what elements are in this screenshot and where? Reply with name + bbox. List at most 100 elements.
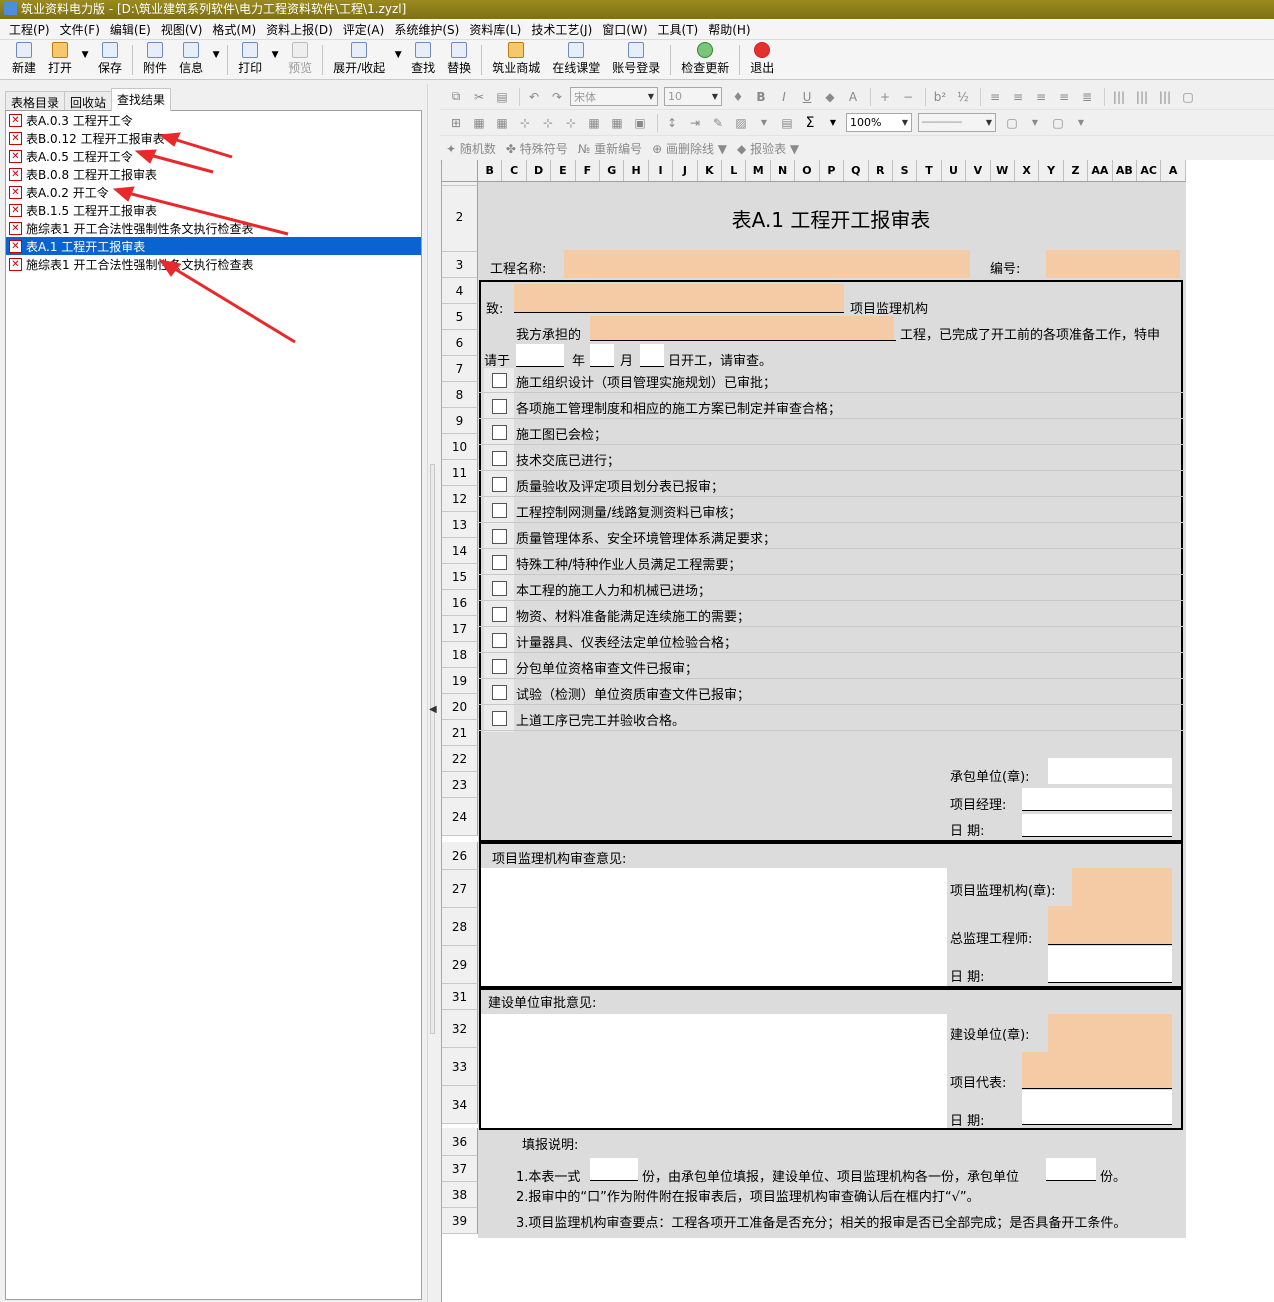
row-header[interactable]: 37 <box>442 1156 478 1182</box>
random-number-button[interactable]: ✦ 随机数 <box>446 140 496 157</box>
login-button[interactable]: 账号登录 <box>606 41 666 79</box>
font-combo[interactable]: 宋体 ▼ <box>570 87 658 106</box>
date-input-3[interactable] <box>1022 1090 1172 1124</box>
find-button[interactable]: 查找 <box>405 41 441 79</box>
row-header[interactable]: 5 <box>442 304 478 330</box>
row-header[interactable]: 23 <box>442 772 478 798</box>
checklist-checkbox[interactable] <box>492 581 507 596</box>
column-header[interactable]: K <box>698 160 723 181</box>
row-header[interactable]: 13 <box>442 512 478 538</box>
bold-icon[interactable]: B <box>751 88 771 106</box>
classroom-button[interactable]: 在线课堂 <box>546 41 606 79</box>
supervisor-opinion-input[interactable] <box>481 868 947 986</box>
column-header[interactable]: Y <box>1039 160 1064 181</box>
row-header[interactable]: 21 <box>442 720 478 746</box>
new-button[interactable]: 新建 <box>6 41 42 79</box>
renumber-button[interactable]: № 重新编号 <box>578 140 642 157</box>
list-item[interactable]: ✕ 施综表1 开工合法性强制性条文执行检查表 <box>6 255 421 273</box>
sigma-dropdown-arrow[interactable]: ▼ <box>823 114 843 132</box>
column-header[interactable]: AA <box>1088 160 1113 181</box>
checklist-checkbox[interactable] <box>492 477 507 492</box>
barcode3-icon[interactable]: ||| <box>1155 88 1175 106</box>
row-header[interactable]: 20 <box>442 694 478 720</box>
column-header[interactable]: W <box>991 160 1015 181</box>
open-button[interactable]: 打开 <box>42 41 78 79</box>
checklist-checkbox[interactable] <box>492 373 507 388</box>
column-header[interactable]: R <box>869 160 893 181</box>
align-left-icon[interactable]: ≡ <box>985 88 1005 106</box>
column-header[interactable]: V <box>966 160 991 181</box>
row-header[interactable]: 38 <box>442 1182 478 1208</box>
list-item[interactable]: ✕ 表B.0.12 工程开工报审表 <box>6 129 421 147</box>
border2-dropdown-arrow[interactable]: ▼ <box>1071 114 1091 132</box>
special-symbol-button[interactable]: ✤ 特殊符号 <box>506 140 568 157</box>
info-dropdown-arrow[interactable]: ▼ <box>209 41 223 79</box>
sigma-icon[interactable]: Σ <box>800 114 820 132</box>
row-header[interactable]: 34 <box>442 1086 478 1124</box>
date-input[interactable] <box>1022 814 1172 836</box>
menu-item[interactable]: 工具(T) <box>653 21 704 38</box>
row-header[interactable]: 29 <box>442 946 478 984</box>
row-header[interactable]: 15 <box>442 564 478 590</box>
menu-item[interactable]: 窗口(W) <box>597 21 652 38</box>
row-header[interactable]: 28 <box>442 908 478 946</box>
row-header[interactable]: 39 <box>442 1208 478 1234</box>
list-item[interactable]: ✕ 表B.1.5 工程开工报审表 <box>6 201 421 219</box>
paste-icon[interactable]: ▤ <box>492 88 512 106</box>
project-input[interactable] <box>590 316 894 340</box>
superscript-icon[interactable]: b² <box>930 88 950 106</box>
row-header[interactable]: 31 <box>442 984 478 1010</box>
border-dropdown-arrow[interactable]: ▼ <box>1025 114 1045 132</box>
sheet-icon[interactable]: ▤ <box>777 114 797 132</box>
line-spacing-icon[interactable]: ↕ <box>662 114 682 132</box>
table-icon[interactable]: ▦ <box>492 114 512 132</box>
indent-icon[interactable]: ⇥ <box>685 114 705 132</box>
checklist-checkbox[interactable] <box>492 659 507 674</box>
column-header[interactable]: O <box>795 160 820 181</box>
row-header[interactable]: 17 <box>442 616 478 642</box>
project-name-input[interactable] <box>564 250 970 278</box>
column-header[interactable]: Q <box>844 160 869 181</box>
justify-icon[interactable]: ≡ <box>1054 88 1074 106</box>
underline-icon[interactable]: U <box>797 88 817 106</box>
menu-item[interactable]: 技术工艺(J) <box>526 21 597 38</box>
checklist-checkbox[interactable] <box>492 425 507 440</box>
fill-color-icon[interactable]: ◆ <box>820 88 840 106</box>
column-header[interactable]: F <box>576 160 601 181</box>
pm-input[interactable] <box>1022 788 1172 810</box>
checklist-checkbox[interactable] <box>492 607 507 622</box>
checklist-checkbox[interactable] <box>492 529 507 544</box>
redo-icon[interactable]: ↷ <box>547 88 567 106</box>
column-header[interactable]: C <box>502 160 527 181</box>
menu-item[interactable]: 工程(P) <box>4 21 55 38</box>
copies-input-1[interactable] <box>590 1158 638 1180</box>
column-header[interactable]: E <box>551 160 576 181</box>
checklist-checkbox[interactable] <box>492 711 507 726</box>
align-right-icon[interactable]: ≡ <box>1031 88 1051 106</box>
replace-button[interactable]: 替换 <box>441 41 477 79</box>
align-center-icon[interactable]: ≡ <box>1008 88 1028 106</box>
row-header[interactable]: 16 <box>442 590 478 616</box>
panel-splitter[interactable]: ◀ <box>427 84 437 1302</box>
delete-row-icon[interactable]: − <box>898 88 918 106</box>
owner-seal-input[interactable] <box>1048 1014 1172 1052</box>
row-header[interactable]: 27 <box>442 870 478 908</box>
column-header[interactable]: N <box>771 160 796 181</box>
column-header[interactable]: Z <box>1064 160 1089 181</box>
column-header[interactable]: M <box>746 160 771 181</box>
zoom-combo[interactable]: 100% ▼ <box>846 113 912 132</box>
row-header[interactable]: 18 <box>442 642 478 668</box>
barcode2-icon[interactable]: ||| <box>1132 88 1152 106</box>
tab-search-results[interactable]: 查找结果 <box>111 88 172 111</box>
list-item[interactable]: ✕ 表B.0.8 工程开工报审表 <box>6 165 421 183</box>
italic-icon[interactable]: I <box>774 88 794 106</box>
column-header[interactable]: T <box>917 160 942 181</box>
image-dropdown-arrow[interactable]: ▼ <box>754 114 774 132</box>
strikethrough-button[interactable]: ⊕ 画删除线 ▼ <box>652 140 727 157</box>
row-header[interactable]: 22 <box>442 746 478 772</box>
day-input[interactable] <box>640 344 664 366</box>
year-input[interactable] <box>516 344 564 366</box>
row-header[interactable]: 26 <box>442 842 478 870</box>
checklist-checkbox[interactable] <box>492 685 507 700</box>
expand-dropdown-arrow[interactable]: ▼ <box>391 41 405 79</box>
